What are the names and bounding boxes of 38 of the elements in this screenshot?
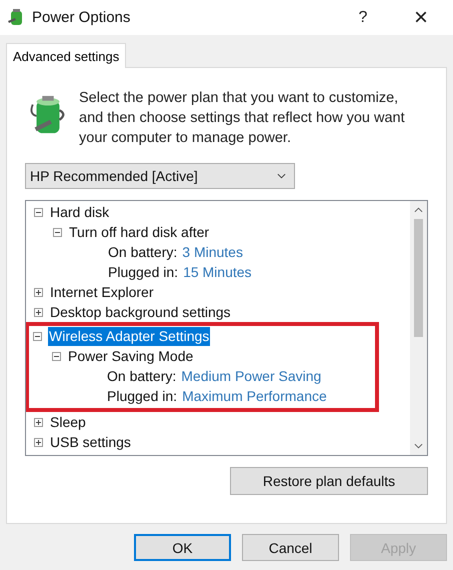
setting-label: On battery: [108, 244, 178, 260]
setting-label: On battery: [107, 368, 176, 384]
collapse-icon[interactable] [33, 332, 42, 340]
tree-item[interactable]: Hard disk [49, 202, 110, 222]
tree-item[interactable]: Wireless Adapter Settings [48, 326, 210, 346]
description-text: Select the power plan that you want to customize, and then choose settings that reflect how you want your computer to manage power. [79, 89, 406, 148]
expand-icon[interactable] [34, 288, 43, 296]
tree-item[interactable]: Sleep [49, 412, 87, 432]
expand-icon[interactable] [34, 308, 43, 316]
tree-item[interactable]: Power Saving Mode [67, 346, 194, 366]
expand-icon[interactable] [34, 438, 43, 446]
tree-item[interactable]: Desktop background settings [49, 302, 232, 322]
collapse-icon[interactable] [34, 208, 43, 216]
help-button[interactable]: ? [353, 8, 373, 26]
setting-value-link[interactable]: 15 Minutes [183, 264, 252, 280]
window-title: Power Options [32, 9, 132, 26]
dialog-button[interactable]: Cancel [242, 534, 339, 561]
setting-label: Plugged in: [107, 388, 178, 404]
setting-value-link[interactable]: Maximum Performance [182, 388, 327, 404]
tree-item[interactable]: Turn off hard disk after [68, 222, 210, 242]
expand-icon[interactable] [34, 418, 43, 426]
tree-item[interactable]: Internet Explorer [49, 282, 154, 302]
dialog-button[interactable]: OK [134, 534, 231, 561]
close-button[interactable]: × [409, 4, 433, 32]
scroll-up-icon[interactable] [414, 207, 423, 213]
caret-icon [277, 173, 286, 179]
tree-item[interactable]: USB settings [49, 432, 132, 452]
plan-dropdown[interactable]: HP Recommended [Active] [25, 163, 295, 189]
setting-value-link[interactable]: 3 Minutes [182, 244, 243, 260]
collapse-icon[interactable] [53, 228, 62, 236]
setting-label: Plugged in: [108, 264, 178, 280]
collapse-icon[interactable] [52, 352, 61, 360]
tab[interactable]: Advanced settings [6, 43, 126, 68]
scrollbar[interactable] [410, 201, 427, 455]
scroll-down-icon[interactable] [414, 443, 423, 449]
setting-value-link[interactable]: Medium Power Saving [181, 368, 322, 384]
restore-defaults-button[interactable]: Restore plan defaults [230, 467, 428, 495]
scroll-thumb[interactable] [414, 219, 423, 337]
